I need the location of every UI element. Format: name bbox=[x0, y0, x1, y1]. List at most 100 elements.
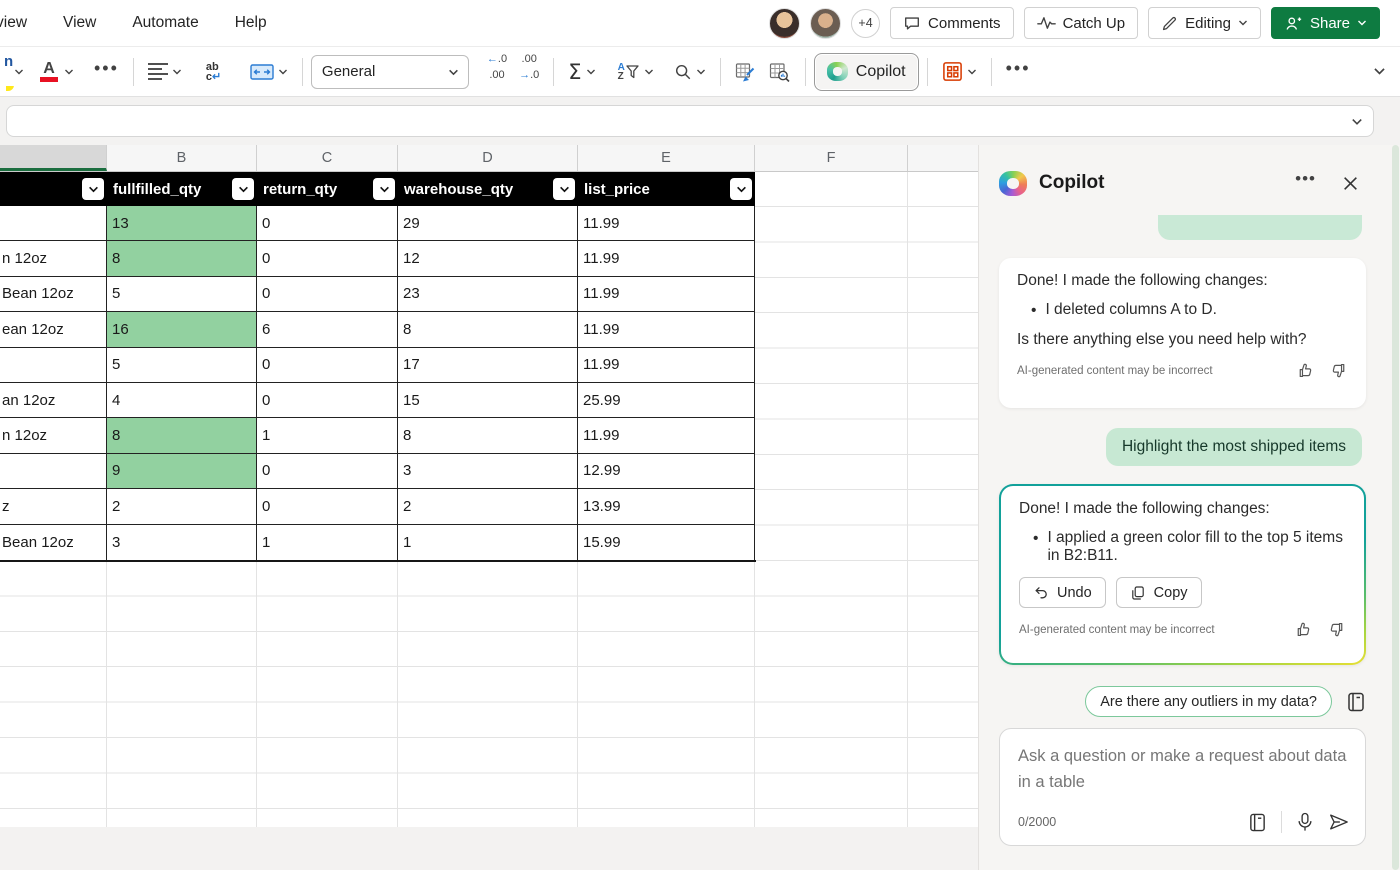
column-header-g[interactable] bbox=[908, 145, 978, 171]
find-button[interactable] bbox=[668, 53, 712, 91]
cell[interactable]: 1 bbox=[257, 418, 398, 454]
chevron-down-icon[interactable] bbox=[1351, 116, 1362, 126]
cell[interactable]: 16 bbox=[107, 312, 257, 348]
cell[interactable]: 13 bbox=[107, 206, 257, 242]
wrap-text-button[interactable]: ab c↵ bbox=[200, 53, 238, 91]
clean-data-button[interactable] bbox=[729, 53, 763, 91]
apps-grid-button[interactable] bbox=[936, 53, 983, 91]
cell[interactable]: 2 bbox=[107, 489, 257, 525]
cell[interactable]: 25.99 bbox=[578, 382, 755, 419]
grid-row1-right[interactable] bbox=[755, 172, 978, 206]
cell[interactable]: Bean 12oz bbox=[0, 524, 107, 560]
column-header-e[interactable]: E bbox=[578, 145, 755, 171]
cell[interactable]: 12.99 bbox=[578, 453, 755, 490]
microphone-icon[interactable] bbox=[1296, 812, 1314, 833]
merge-cells-button[interactable] bbox=[244, 53, 294, 91]
filter-button[interactable] bbox=[553, 178, 575, 200]
thumbs-up-icon[interactable] bbox=[1294, 621, 1311, 638]
cell[interactable] bbox=[0, 453, 107, 490]
cell[interactable]: z bbox=[0, 489, 107, 525]
cell[interactable]: 9 bbox=[107, 453, 257, 490]
copilot-input-box[interactable]: Ask a question or make a request about d… bbox=[999, 728, 1366, 846]
cell[interactable]: 5 bbox=[107, 347, 257, 383]
presence-overflow-badge[interactable]: +4 bbox=[851, 8, 881, 38]
alignment-button[interactable] bbox=[142, 53, 188, 91]
cell[interactable]: ean 12oz bbox=[0, 312, 107, 348]
column-header-a[interactable] bbox=[0, 145, 107, 171]
cell[interactable]: 8 bbox=[398, 312, 578, 348]
cell[interactable]: 11.99 bbox=[578, 206, 755, 242]
cell[interactable]: n 12oz bbox=[0, 418, 107, 454]
highlight-color-button[interactable]: n bbox=[0, 53, 14, 91]
cell[interactable]: 4 bbox=[107, 382, 257, 419]
copy-button[interactable]: Copy bbox=[1115, 577, 1202, 608]
panel-scrollbar[interactable] bbox=[1392, 145, 1399, 870]
filter-button[interactable] bbox=[82, 178, 104, 200]
font-overflow-button[interactable]: ••• bbox=[88, 53, 125, 91]
cell[interactable]: n 12oz bbox=[0, 241, 107, 277]
cell[interactable]: 8 bbox=[107, 241, 257, 277]
cell[interactable] bbox=[0, 206, 107, 242]
cell[interactable]: 2 bbox=[398, 489, 578, 525]
column-header-b[interactable]: B bbox=[107, 145, 257, 171]
cell[interactable]: 12 bbox=[398, 241, 578, 277]
close-icon[interactable] bbox=[1342, 175, 1359, 192]
analyze-data-button[interactable] bbox=[763, 53, 797, 91]
avatar[interactable] bbox=[769, 7, 801, 39]
cell[interactable]: 13.99 bbox=[578, 489, 755, 525]
cell[interactable]: 0 bbox=[257, 206, 398, 242]
menu-review[interactable]: view bbox=[0, 14, 27, 32]
cell[interactable]: an 12oz bbox=[0, 382, 107, 419]
chevron-down-icon[interactable] bbox=[64, 67, 74, 77]
chevron-down-icon[interactable] bbox=[14, 67, 24, 77]
suggestion-chip[interactable]: Are there any outliers in my data? bbox=[1085, 686, 1332, 717]
menu-automate[interactable]: Automate bbox=[132, 14, 198, 32]
cell[interactable]: 15.99 bbox=[578, 524, 755, 560]
cell[interactable]: 3 bbox=[107, 524, 257, 560]
autosum-button[interactable]: Σ bbox=[562, 53, 601, 91]
ribbon-collapse-chevron[interactable] bbox=[1373, 65, 1400, 78]
cell[interactable]: 11.99 bbox=[578, 418, 755, 454]
cell[interactable]: 0 bbox=[257, 276, 398, 313]
cell[interactable]: 0 bbox=[257, 347, 398, 383]
thumbs-up-icon[interactable] bbox=[1296, 362, 1313, 379]
cell[interactable]: 1 bbox=[257, 524, 398, 560]
cell[interactable]: 6 bbox=[257, 312, 398, 348]
column-header-f[interactable]: F bbox=[755, 145, 908, 171]
filter-button[interactable] bbox=[373, 178, 395, 200]
cell[interactable]: 17 bbox=[398, 347, 578, 383]
cell[interactable]: 5 bbox=[107, 276, 257, 313]
prompt-guide-icon[interactable] bbox=[1248, 812, 1267, 833]
filter-button[interactable] bbox=[730, 178, 752, 200]
send-icon[interactable] bbox=[1328, 812, 1349, 832]
menu-help[interactable]: Help bbox=[235, 14, 267, 32]
comments-button[interactable]: Comments bbox=[890, 7, 1014, 39]
increase-decimal-button[interactable]: .00 →.0 bbox=[513, 53, 545, 91]
cell[interactable]: 11.99 bbox=[578, 312, 755, 348]
copilot-toggle-button[interactable]: Copilot bbox=[813, 52, 919, 91]
thumbs-down-icon[interactable] bbox=[1331, 362, 1348, 379]
catch-up-button[interactable]: Catch Up bbox=[1023, 7, 1139, 39]
column-header-c[interactable]: C bbox=[257, 145, 398, 171]
cell[interactable]: 1 bbox=[398, 524, 578, 560]
cell[interactable]: 8 bbox=[107, 418, 257, 454]
cell[interactable]: 0 bbox=[257, 241, 398, 277]
avatar[interactable] bbox=[810, 7, 842, 39]
sort-filter-button[interactable]: AZ bbox=[612, 53, 660, 91]
number-format-select[interactable]: General bbox=[310, 54, 469, 89]
cell[interactable]: 11.99 bbox=[578, 241, 755, 277]
decrease-decimal-button[interactable]: ←.0.00 bbox=[481, 53, 513, 91]
cell[interactable]: 0 bbox=[257, 382, 398, 419]
cell[interactable]: 23 bbox=[398, 276, 578, 313]
undo-button[interactable]: Undo bbox=[1019, 577, 1106, 608]
filter-button[interactable] bbox=[232, 178, 254, 200]
cell[interactable]: 8 bbox=[398, 418, 578, 454]
cell[interactable]: 11.99 bbox=[578, 276, 755, 313]
cell[interactable]: 0 bbox=[257, 453, 398, 490]
share-button[interactable]: Share bbox=[1270, 7, 1380, 39]
column-header-d[interactable]: D bbox=[398, 145, 578, 171]
cell[interactable]: 11.99 bbox=[578, 347, 755, 383]
cell[interactable]: 15 bbox=[398, 382, 578, 419]
cell[interactable]: 29 bbox=[398, 206, 578, 242]
thumbs-down-icon[interactable] bbox=[1329, 621, 1346, 638]
